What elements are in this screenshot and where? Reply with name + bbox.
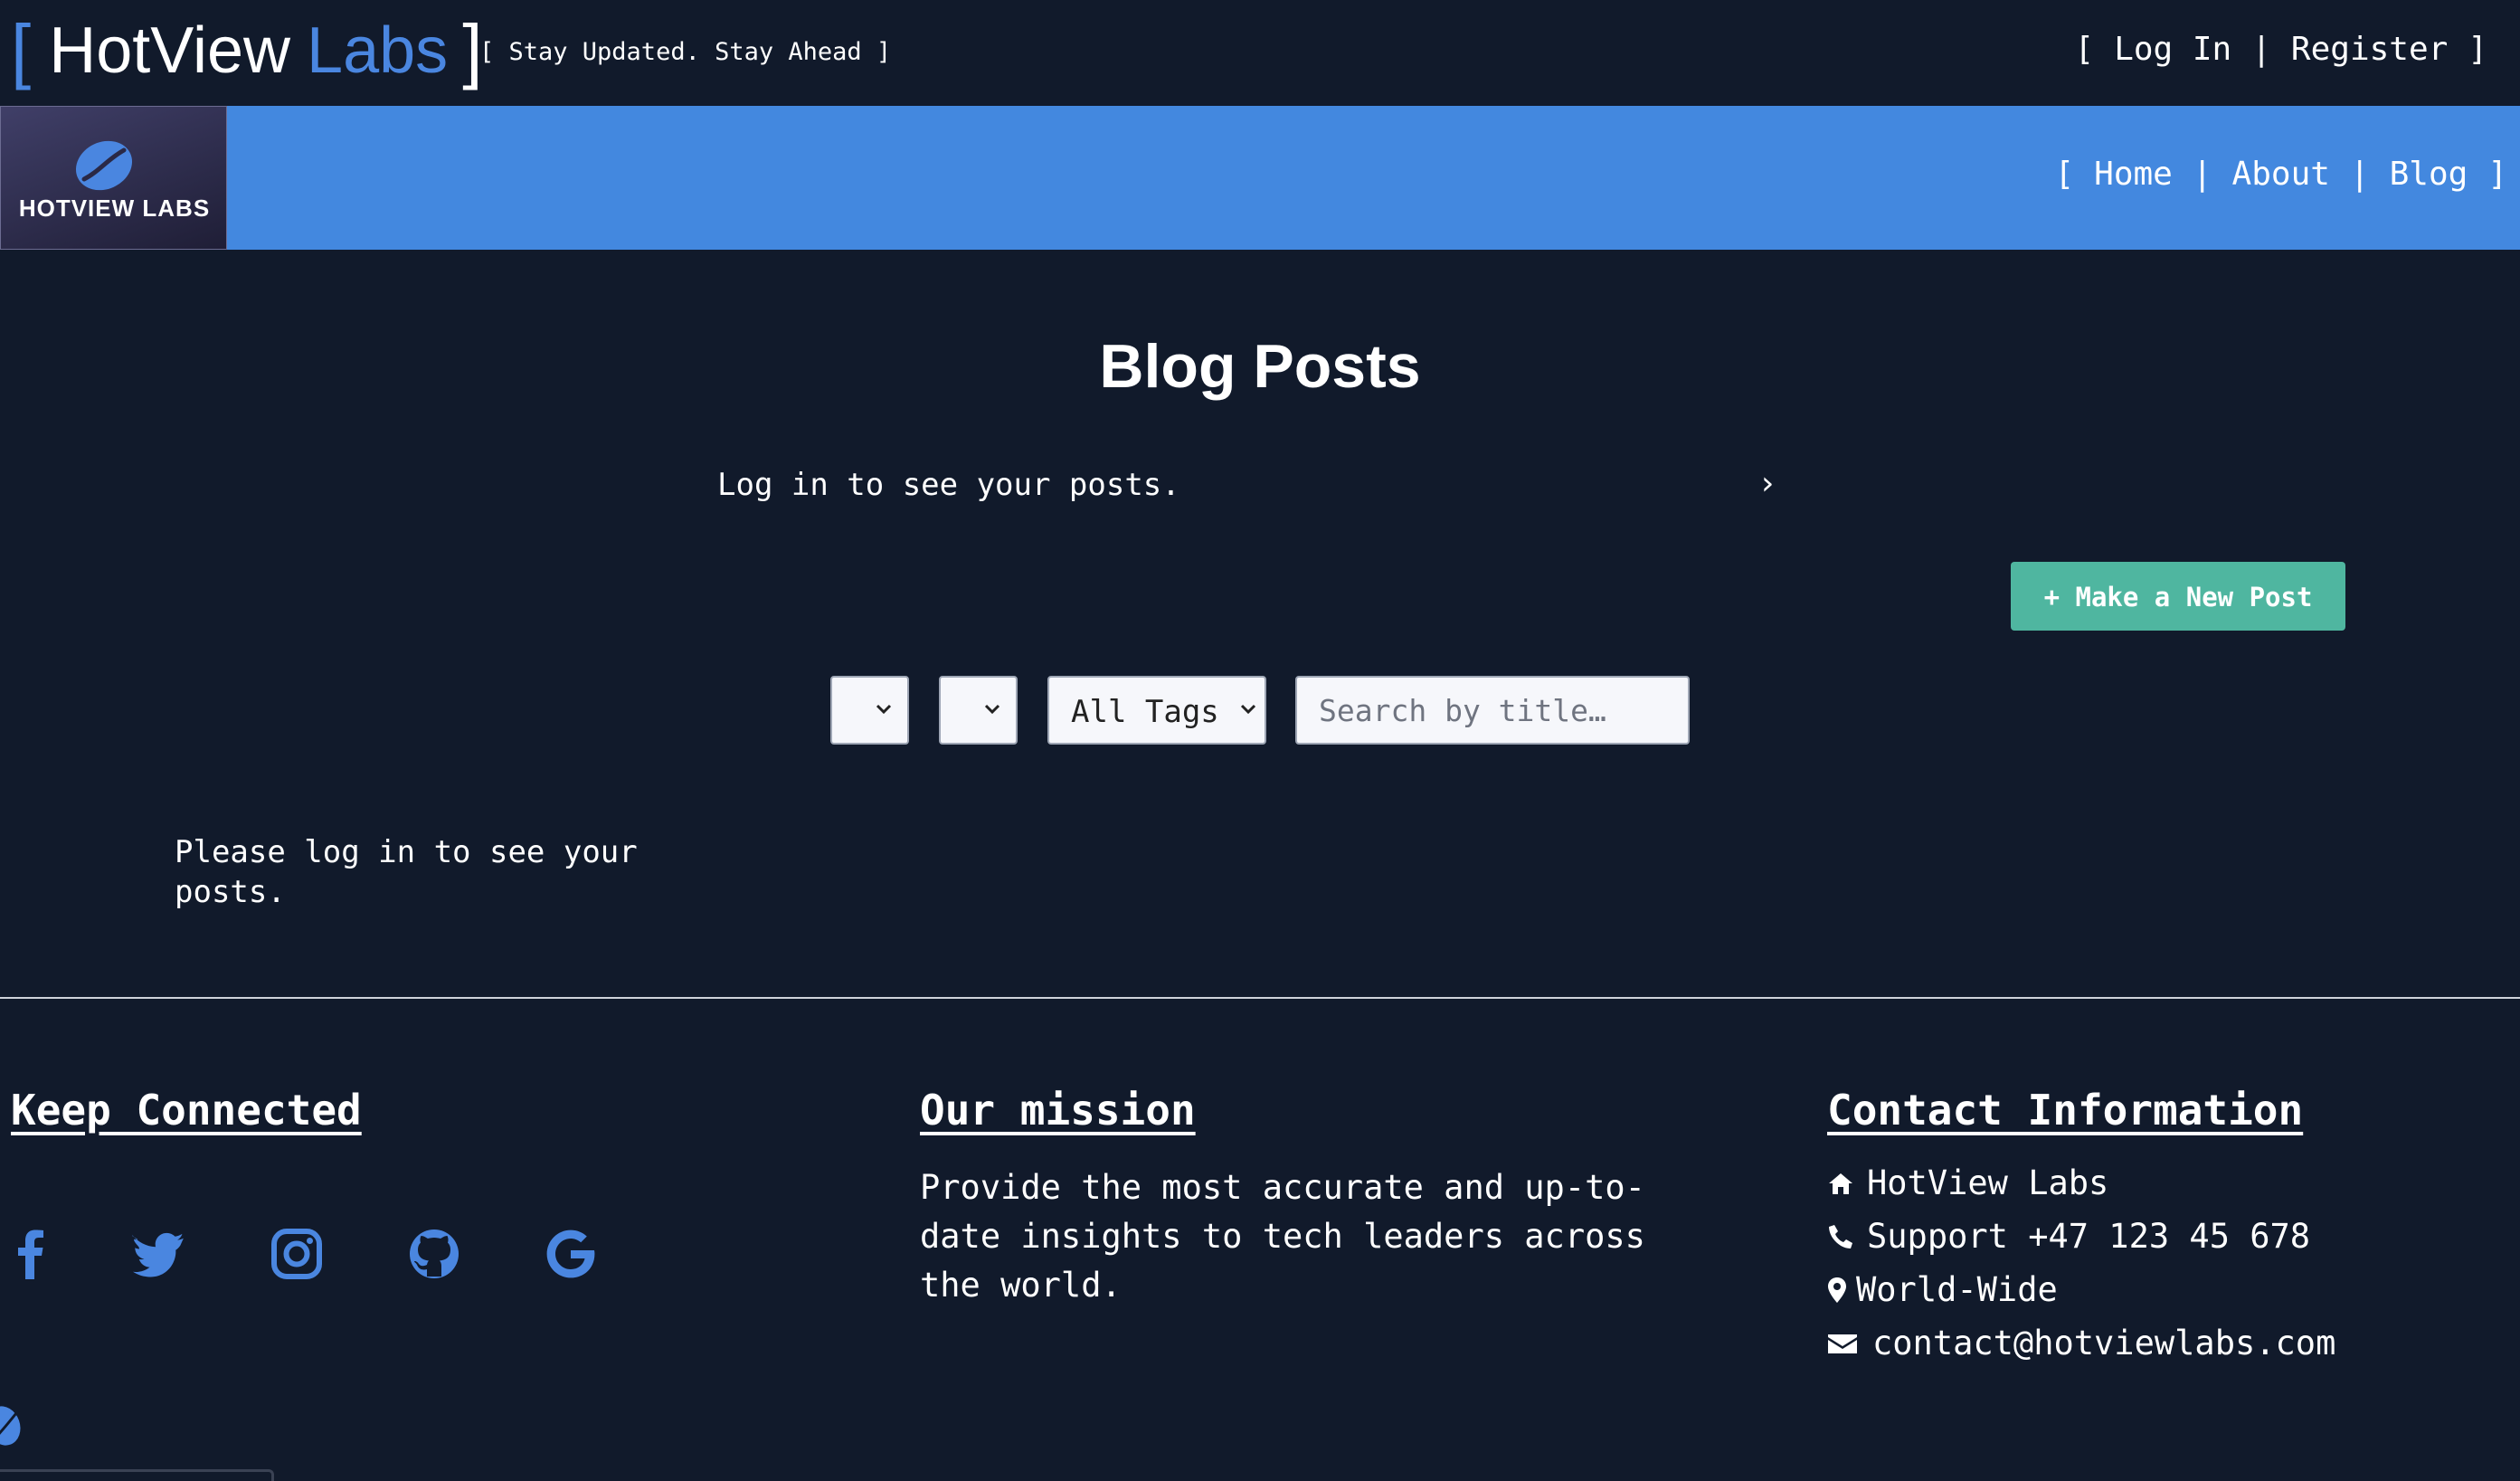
home-icon [1829,1172,1852,1194]
contact-email[interactable]: contact@hotviewlabs.com [1827,1324,2335,1362]
mission-heading: Our mission [920,1086,1196,1134]
auth-bracket-open: [ [2074,31,2095,68]
brand-logo-text[interactable]: [ HotView Labs ] [11,5,482,96]
nav-about[interactable]: About [2232,156,2330,193]
phone-icon [1829,1224,1852,1248]
chevron-down-icon [984,704,1000,715]
logo-text: HOTVIEW LABS [18,195,211,222]
contact-phone[interactable]: Support +47 123 45 678 [1827,1217,2310,1256]
search-input[interactable] [1295,676,1690,745]
auth-separator: | [2251,31,2271,68]
instagram-icon[interactable] [270,1227,324,1281]
nav-bracket-close: ] [2487,156,2507,193]
brand-name-main: HotView [49,14,291,87]
filter-select-1[interactable] [830,676,909,745]
contact-heading: Contact Information [1827,1086,2304,1134]
auth-links: [ Log In | Register ] [2075,31,2488,68]
nav-home[interactable]: Home [2094,156,2173,193]
contact-phone-text: Support +47 123 45 678 [1867,1217,2311,1256]
nav-separator: | [2192,156,2212,193]
register-link[interactable]: Register [2291,31,2448,68]
facebook-icon[interactable] [4,1227,58,1281]
tags-select-value: All Tags [1071,694,1219,730]
tagline: [ Stay Updated. Stay Ahead ] [479,38,892,66]
envelope-icon [1828,1334,1857,1353]
github-icon[interactable] [407,1227,461,1281]
auth-bracket-close: ] [2468,31,2487,68]
main-nav: [ Home | About | Blog ] [2054,156,2507,193]
site-logo[interactable]: HOTVIEW LABS [0,106,227,250]
empty-posts-message: Please log in to see your posts. [175,834,638,910]
footer-divider [0,997,2520,999]
filter-select-2[interactable] [939,676,1018,745]
top-bar: [ HotView Labs ] [ Stay Updated. Stay Ah… [0,0,2520,106]
contact-company: HotView Labs [1827,1163,2108,1202]
contact-location-text: World-Wide [1856,1270,2058,1309]
brand-name-accent: Labs [307,14,449,87]
chevron-right-icon[interactable]: › [1757,465,1777,502]
chevron-down-icon [1240,704,1256,715]
new-post-button[interactable]: + Make a New Post [2011,562,2345,631]
login-link[interactable]: Log In [2114,31,2231,68]
map-marker-icon [1828,1277,1846,1303]
nav-blog[interactable]: Blog [2390,156,2468,193]
twitter-icon[interactable] [130,1227,185,1281]
tags-select[interactable]: All Tags [1047,676,1266,745]
login-message: Log in to see your posts. [717,467,1180,503]
brand-bracket-open: [ [11,10,32,90]
nav-separator: | [2349,156,2370,193]
google-icon[interactable] [543,1227,597,1281]
chevron-down-icon [876,704,892,715]
contact-location: World-Wide [1827,1270,2058,1309]
contact-company-text: HotView Labs [1867,1163,2109,1202]
coffee-bean-icon [0,1406,21,1446]
contact-email-text: contact@hotviewlabs.com [1872,1324,2336,1362]
nav-bar: HOTVIEW LABS [ Home | About | Blog ] [0,106,2520,250]
horizontal-scrollbar[interactable] [0,1469,274,1481]
coffee-bean-icon [75,140,133,191]
nav-bracket-open: [ [2054,156,2075,193]
mission-text: Provide the most accurate and up-to-date… [920,1168,1645,1305]
page-title: Blog Posts [1099,332,1421,401]
keep-connected-heading: Keep Connected [11,1086,362,1134]
